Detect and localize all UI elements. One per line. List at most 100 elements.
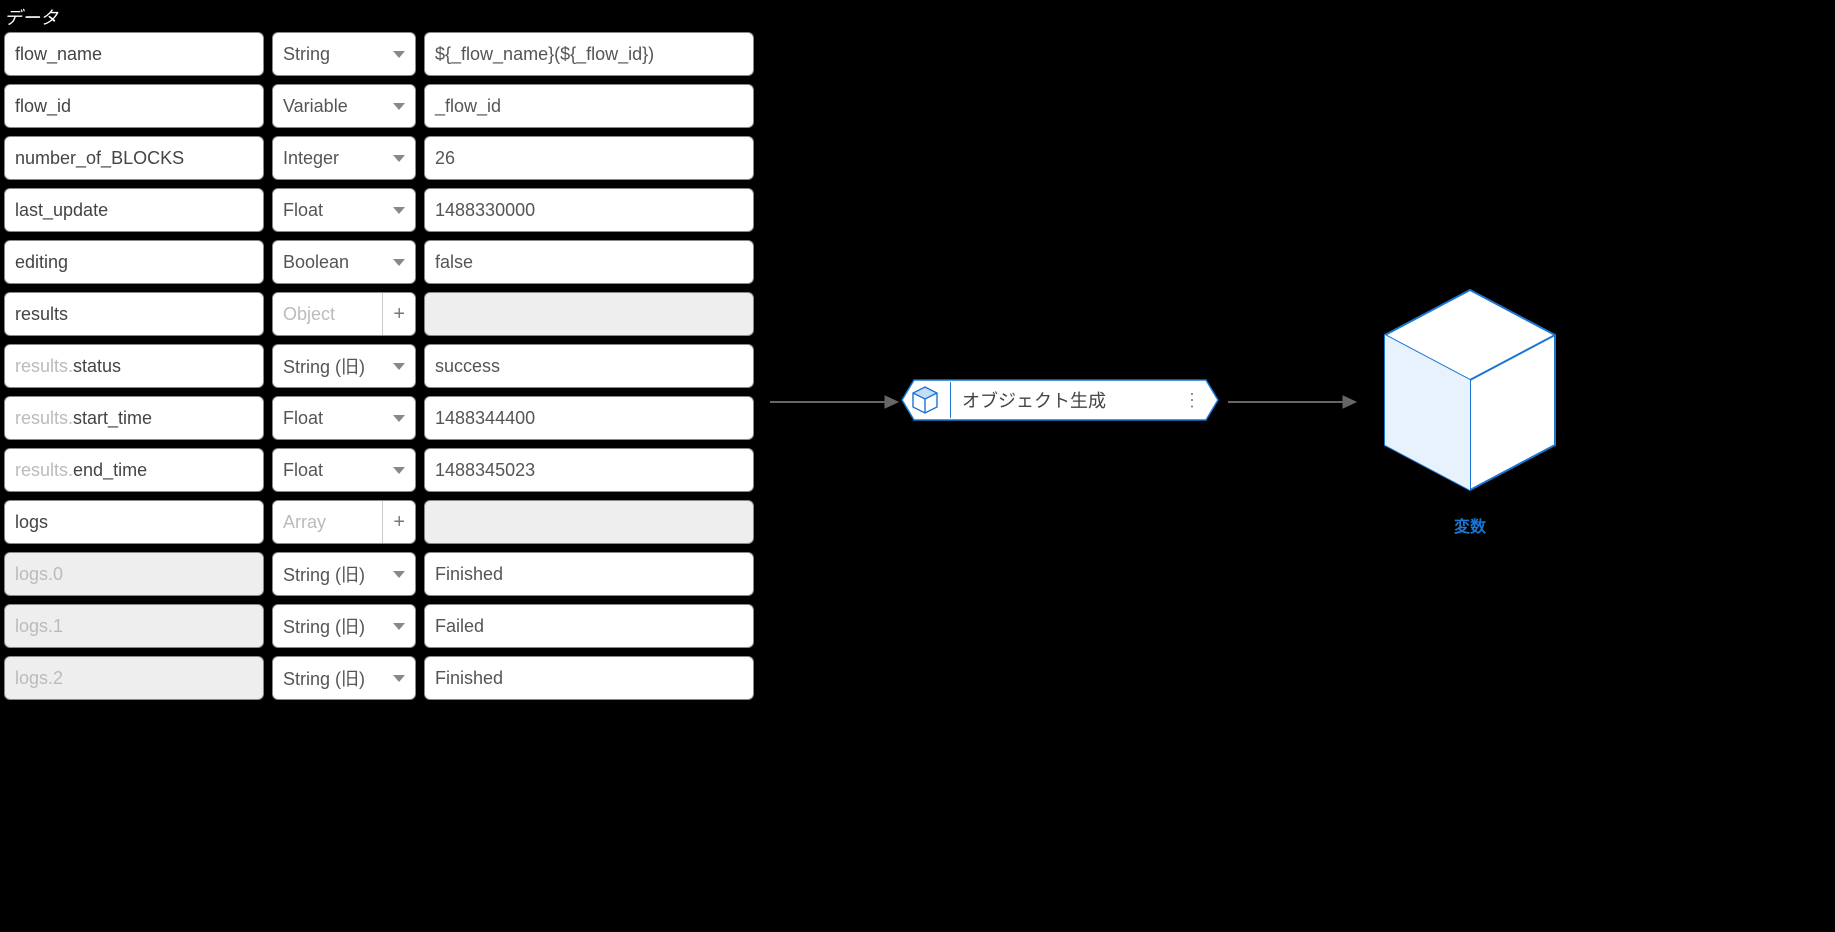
chevron-down-icon[interactable] bbox=[393, 103, 405, 110]
type-cell[interactable]: String bbox=[272, 32, 416, 76]
key-cell[interactable]: results bbox=[4, 292, 264, 336]
key-cell[interactable]: last_update bbox=[4, 188, 264, 232]
type-label: Float bbox=[283, 460, 323, 481]
key-name: logs.2 bbox=[15, 668, 63, 689]
node-divider bbox=[950, 382, 951, 418]
plus-icon[interactable]: + bbox=[382, 501, 405, 543]
type-label: Float bbox=[283, 200, 323, 221]
key-name: number_of_BLOCKS bbox=[15, 148, 184, 169]
data-row: logs.2 String (旧) Finished bbox=[4, 656, 754, 700]
type-cell[interactable]: Array + bbox=[272, 500, 416, 544]
key-cell[interactable]: flow_id bbox=[4, 84, 264, 128]
chevron-down-icon[interactable] bbox=[393, 155, 405, 162]
type-cell[interactable]: String (旧) bbox=[272, 656, 416, 700]
type-label: Variable bbox=[283, 96, 348, 117]
value-cell[interactable]: 1488330000 bbox=[424, 188, 754, 232]
object-create-node[interactable]: オブジェクト生成 ⋮ bbox=[900, 378, 1220, 422]
type-cell[interactable]: String (旧) bbox=[272, 344, 416, 388]
key-name: last_update bbox=[15, 200, 108, 221]
value-cell[interactable] bbox=[424, 500, 754, 544]
type-label: Object bbox=[283, 304, 335, 325]
output-variable[interactable]: 変数 bbox=[1360, 280, 1580, 537]
type-cell[interactable]: Boolean bbox=[272, 240, 416, 284]
key-prefix: results. bbox=[15, 408, 73, 429]
data-row: flow_name String${_flow_name}(${_flow_id}… bbox=[4, 32, 754, 76]
data-row: logs.1 String (旧) Failed bbox=[4, 604, 754, 648]
type-cell[interactable]: Integer bbox=[272, 136, 416, 180]
data-row: results.status String (旧) success bbox=[4, 344, 754, 388]
type-cell[interactable]: Variable bbox=[272, 84, 416, 128]
type-cell[interactable]: Float bbox=[272, 448, 416, 492]
panel-title: データ bbox=[4, 4, 58, 30]
key-cell[interactable]: logs.1 bbox=[4, 604, 264, 648]
value-cell[interactable]: success bbox=[424, 344, 754, 388]
value-cell[interactable]: Finished bbox=[424, 656, 754, 700]
value-cell[interactable]: ${_flow_name}(${_flow_id}) bbox=[424, 32, 754, 76]
key-cell[interactable]: logs bbox=[4, 500, 264, 544]
plus-icon[interactable]: + bbox=[382, 293, 405, 335]
chevron-down-icon[interactable] bbox=[393, 363, 405, 370]
data-row: editing Boolean false bbox=[4, 240, 754, 284]
chevron-down-icon[interactable] bbox=[393, 259, 405, 266]
node-menu-icon[interactable]: ⋮ bbox=[1183, 390, 1200, 411]
type-label: Array bbox=[283, 512, 326, 533]
key-cell[interactable]: editing bbox=[4, 240, 264, 284]
key-name: end_time bbox=[73, 460, 147, 481]
type-label: Boolean bbox=[283, 252, 349, 273]
value-cell[interactable]: 26 bbox=[424, 136, 754, 180]
key-name: logs bbox=[15, 512, 48, 533]
arrow-node-to-output bbox=[1228, 392, 1358, 412]
data-row: results.start_time Float 1488344400 bbox=[4, 396, 754, 440]
key-cell[interactable]: logs.2 bbox=[4, 656, 264, 700]
chevron-down-icon[interactable] bbox=[393, 571, 405, 578]
data-grid: flow_name String${_flow_name}(${_flow_id}… bbox=[4, 32, 754, 700]
key-name: flow_id bbox=[15, 96, 71, 117]
key-cell[interactable]: flow_name bbox=[4, 32, 264, 76]
key-prefix: results. bbox=[15, 460, 73, 481]
type-label: String (旧) bbox=[283, 613, 365, 639]
type-cell[interactable]: String (旧) bbox=[272, 552, 416, 596]
type-label: String (旧) bbox=[283, 665, 365, 691]
type-label: Integer bbox=[283, 148, 339, 169]
key-name: flow_name bbox=[15, 44, 102, 65]
chevron-down-icon[interactable] bbox=[393, 623, 405, 630]
data-row: logs Array + bbox=[4, 500, 754, 544]
key-name: start_time bbox=[73, 408, 152, 429]
key-prefix: results. bbox=[15, 356, 73, 377]
cube-large-icon bbox=[1370, 280, 1570, 500]
value-cell[interactable]: _flow_id bbox=[424, 84, 754, 128]
chevron-down-icon[interactable] bbox=[393, 467, 405, 474]
key-cell[interactable]: results.status bbox=[4, 344, 264, 388]
type-cell[interactable]: Float bbox=[272, 188, 416, 232]
key-name: editing bbox=[15, 252, 68, 273]
data-row: number_of_BLOCKS Integer 26 bbox=[4, 136, 754, 180]
value-cell[interactable] bbox=[424, 292, 754, 336]
type-label: String (旧) bbox=[283, 561, 365, 587]
data-row: flow_id Variable _flow_id bbox=[4, 84, 754, 128]
chevron-down-icon[interactable] bbox=[393, 207, 405, 214]
cube-icon bbox=[904, 379, 946, 421]
key-name: status bbox=[73, 356, 121, 377]
data-row: logs.0 String (旧) Finished bbox=[4, 552, 754, 596]
value-cell[interactable]: 1488344400 bbox=[424, 396, 754, 440]
key-cell[interactable]: results.end_time bbox=[4, 448, 264, 492]
value-cell[interactable]: false bbox=[424, 240, 754, 284]
chevron-down-icon[interactable] bbox=[393, 51, 405, 58]
type-label: String (旧) bbox=[283, 353, 365, 379]
type-label: Float bbox=[283, 408, 323, 429]
data-row: last_update Float 1488330000 bbox=[4, 188, 754, 232]
type-cell[interactable]: Float bbox=[272, 396, 416, 440]
type-cell[interactable]: Object + bbox=[272, 292, 416, 336]
key-cell[interactable]: results.start_time bbox=[4, 396, 264, 440]
key-cell[interactable]: logs.0 bbox=[4, 552, 264, 596]
chevron-down-icon[interactable] bbox=[393, 675, 405, 682]
value-cell[interactable]: Finished bbox=[424, 552, 754, 596]
chevron-down-icon[interactable] bbox=[393, 415, 405, 422]
arrow-panel-to-node bbox=[770, 392, 900, 412]
type-cell[interactable]: String (旧) bbox=[272, 604, 416, 648]
key-cell[interactable]: number_of_BLOCKS bbox=[4, 136, 264, 180]
value-cell[interactable]: Failed bbox=[424, 604, 754, 648]
output-label: 変数 bbox=[1360, 513, 1580, 537]
value-cell[interactable]: 1488345023 bbox=[424, 448, 754, 492]
data-row: results.end_time Float 1488345023 bbox=[4, 448, 754, 492]
